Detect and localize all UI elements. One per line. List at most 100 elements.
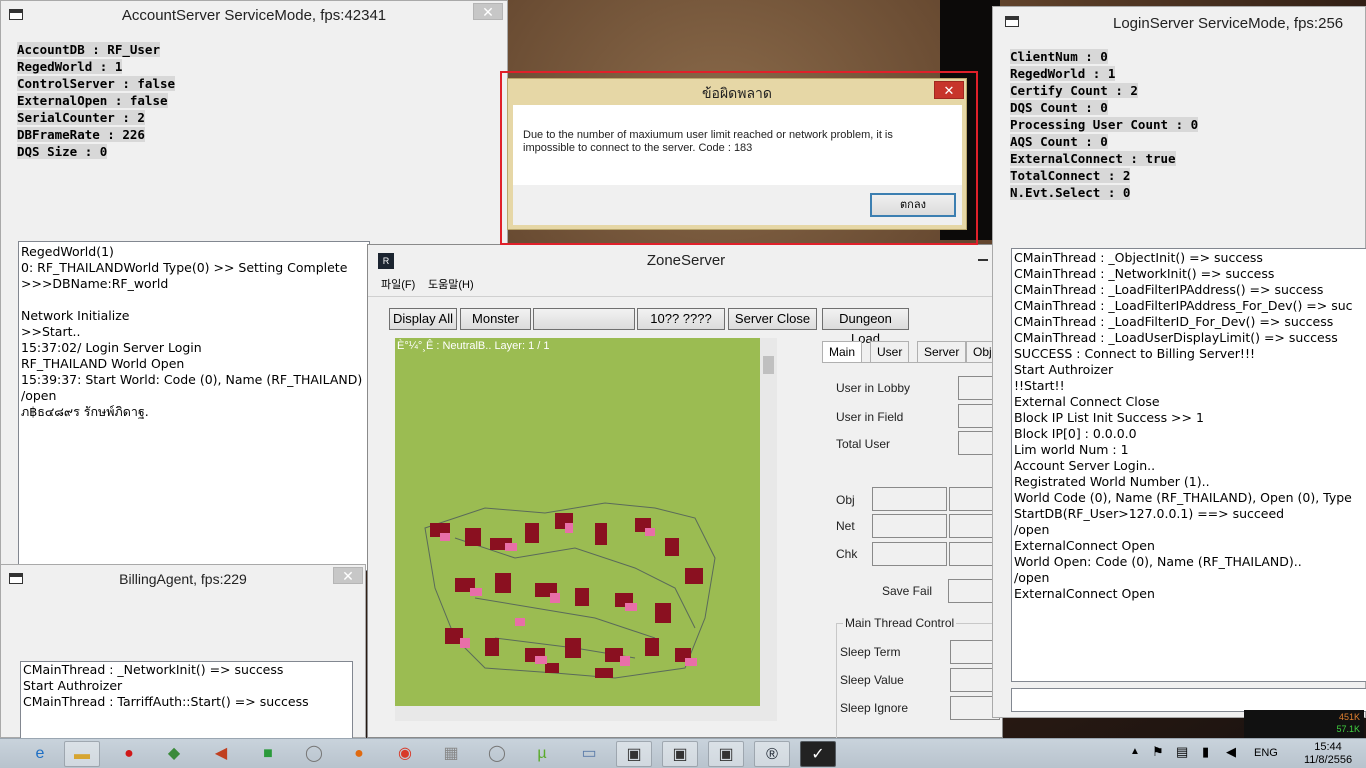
error-dialog: ข้อผิดพลาด ✕ Due to the number of maxium…: [507, 78, 967, 230]
account-server-titlebar[interactable]: AccountServer ServiceMode, fps:42341 ✕: [1, 1, 507, 29]
login-server-titlebar[interactable]: LoginServer ServiceMode, fps:256: [993, 7, 1365, 37]
blank-button[interactable]: [533, 308, 635, 330]
app-icon[interactable]: ▦: [433, 741, 469, 767]
zone-server-taskbar-icon[interactable]: ®: [754, 741, 790, 767]
stat-line: TotalConnect : 2: [1010, 168, 1131, 183]
dungeon-load-button[interactable]: Dungeon Load: [822, 308, 909, 346]
monster-button[interactable]: Monster: [460, 308, 531, 330]
stat-line: ClientNum : 0: [1010, 49, 1108, 64]
app-icon[interactable]: ◯: [296, 741, 332, 767]
ok-button[interactable]: ตกลง: [870, 193, 956, 217]
menu-file[interactable]: 파일(F): [381, 276, 415, 292]
zone-server-titlebar[interactable]: R ZoneServer: [368, 245, 1004, 273]
display-all-button[interactable]: Display All: [389, 308, 457, 330]
server-close-button[interactable]: Server Close: [728, 308, 817, 330]
log-line: Start Authroizer: [1014, 362, 1114, 377]
utorrent-icon[interactable]: µ: [524, 741, 560, 767]
account-server-stats: AccountDB : RF_User RegedWorld : 1 Contr…: [17, 41, 176, 160]
billing-agent-titlebar[interactable]: BillingAgent, fps:229 ✕: [1, 565, 365, 593]
save-fail-field: [948, 579, 998, 603]
map-view[interactable]: È°¼°¸Ê : NeutralB.. Layer: 1 / 1: [395, 338, 777, 721]
log-line: CMainThread : _ObjectInit() => success: [1014, 250, 1263, 265]
firefox-icon[interactable]: ●: [341, 741, 377, 767]
language-indicator[interactable]: ENG: [1254, 747, 1278, 759]
taskbar: e ▬ ● ◆ ◀ ■ ◯ ● ◉ ▦ ◯ µ ▭ ▣ ▣ ▣ ® ✓ ▲ ⚑ …: [0, 738, 1366, 768]
stat-line: DQS Size : 0: [17, 144, 108, 159]
log-line: !!Start!!: [1014, 378, 1065, 393]
log-line: World Code (0), Name (RF_THAILAND), Open…: [1014, 490, 1352, 505]
net-label: Net: [836, 519, 855, 533]
menu-help[interactable]: 도움말(H): [428, 276, 474, 292]
tray-chevron-icon[interactable]: ▲: [1130, 746, 1140, 757]
total-user-label: Total User: [836, 437, 891, 451]
log-line: CMainThread : _NetworkInit() => success: [23, 662, 284, 677]
tab-server[interactable]: Server: [917, 341, 967, 363]
log-line: Block IP List Init Success >> 1: [1014, 410, 1204, 425]
chk-field-1: [872, 542, 947, 566]
zone-server-title: ZoneServer: [646, 252, 726, 269]
tab-main[interactable]: Main: [822, 341, 863, 363]
app-icon[interactable]: ▭: [571, 741, 607, 767]
chrome-icon[interactable]: ◉: [387, 741, 423, 767]
sleep-value-label: Sleep Value: [840, 673, 904, 687]
log-line: Network Initialize: [21, 308, 130, 323]
account-server-close-button[interactable]: ✕: [473, 3, 503, 20]
log-line: Start Authroizer: [23, 678, 123, 693]
app-icon[interactable]: ◯: [479, 741, 515, 767]
log-line: >>Start..: [21, 324, 81, 339]
error-message: Due to the number of maxiumum user limit…: [523, 129, 893, 154]
volume-icon[interactable]: ◀: [1226, 744, 1236, 760]
opera-icon[interactable]: ●: [111, 741, 147, 767]
log-line: 0: RF_THAILANDWorld Type(0) >> Setting C…: [21, 260, 348, 275]
stat-line: RegedWorld : 1: [1010, 66, 1116, 81]
log-line: /open: [1014, 522, 1050, 537]
log-line: SUCCESS : Connect to Billing Server!!!: [1014, 346, 1255, 361]
user-in-field-label: User in Field: [836, 410, 904, 424]
file-explorer-icon[interactable]: ▬: [64, 741, 100, 767]
log-line: Lim world Num : 1: [1014, 442, 1129, 457]
sleep-term-label: Sleep Term: [840, 645, 901, 659]
clock-date[interactable]: 11/8/2556: [1298, 754, 1358, 766]
power-icon[interactable]: ▮: [1202, 744, 1209, 760]
stat-line: AQS Count : 0: [1010, 134, 1108, 149]
console-window-icon[interactable]: ▣: [662, 741, 698, 767]
app-icon[interactable]: ■: [250, 741, 286, 767]
login-server-log[interactable]: CMainThread : _ObjectInit() => success C…: [1011, 248, 1366, 682]
console-window-icon[interactable]: ▣: [708, 741, 744, 767]
console-window-icon[interactable]: ▣: [616, 741, 652, 767]
log-line: CMainThread : _LoadFilterIPAddress_For_D…: [1014, 298, 1353, 313]
log-line: CMainThread : _LoadUserDisplayLimit() =>…: [1014, 330, 1338, 345]
log-line: /open: [1014, 570, 1050, 585]
clock-time[interactable]: 15:44: [1306, 741, 1350, 753]
stat-line: Processing User Count : 0: [1010, 117, 1199, 132]
ie-icon[interactable]: e: [22, 741, 58, 767]
unknown-button[interactable]: 10?? ????: [637, 308, 725, 330]
log-line: CMainThread : _NetworkInit() => success: [1014, 266, 1275, 281]
obj-field-1: [872, 487, 947, 511]
log-line: ExternalConnect Open: [1014, 538, 1155, 553]
app-icon[interactable]: ◆: [156, 741, 192, 767]
error-dialog-close-button[interactable]: ✕: [934, 81, 964, 99]
account-server-log[interactable]: RegedWorld(1) 0: RF_THAILANDWorld Type(0…: [18, 241, 370, 571]
billing-agent-close-button[interactable]: ✕: [333, 567, 363, 584]
save-fail-label: Save Fail: [882, 584, 933, 598]
minimize-icon[interactable]: [978, 259, 988, 261]
speaker-icon[interactable]: ◀: [203, 741, 239, 767]
billing-agent-title: BillingAgent, fps:229: [119, 571, 247, 587]
stat-line: RegedWorld : 1: [17, 59, 123, 74]
app-icon[interactable]: ✓: [800, 741, 836, 767]
tab-user[interactable]: User: [870, 341, 910, 363]
stat-line: AccountDB : RF_User: [17, 42, 160, 57]
stat-line: DBFrameRate : 226: [17, 127, 145, 142]
log-line: Registrated World Number (1)..: [1014, 474, 1210, 489]
map-terrain: [395, 338, 777, 721]
network-icon[interactable]: ▤: [1176, 744, 1188, 760]
flag-icon[interactable]: ⚑: [1152, 744, 1164, 760]
log-line: 15:39:37: Start World: Code (0), Name (R…: [21, 372, 363, 387]
login-server-input[interactable]: [1011, 688, 1366, 712]
log-line: CMainThread : _LoadFilterID_For_Dev() =>…: [1014, 314, 1334, 329]
net-meter-widget: 451K 57.1K: [1244, 710, 1364, 738]
window-icon: [1005, 16, 1019, 27]
billing-agent-log[interactable]: CMainThread : _NetworkInit() => success …: [20, 661, 353, 739]
net-down-value: 57.1K: [1336, 724, 1360, 734]
